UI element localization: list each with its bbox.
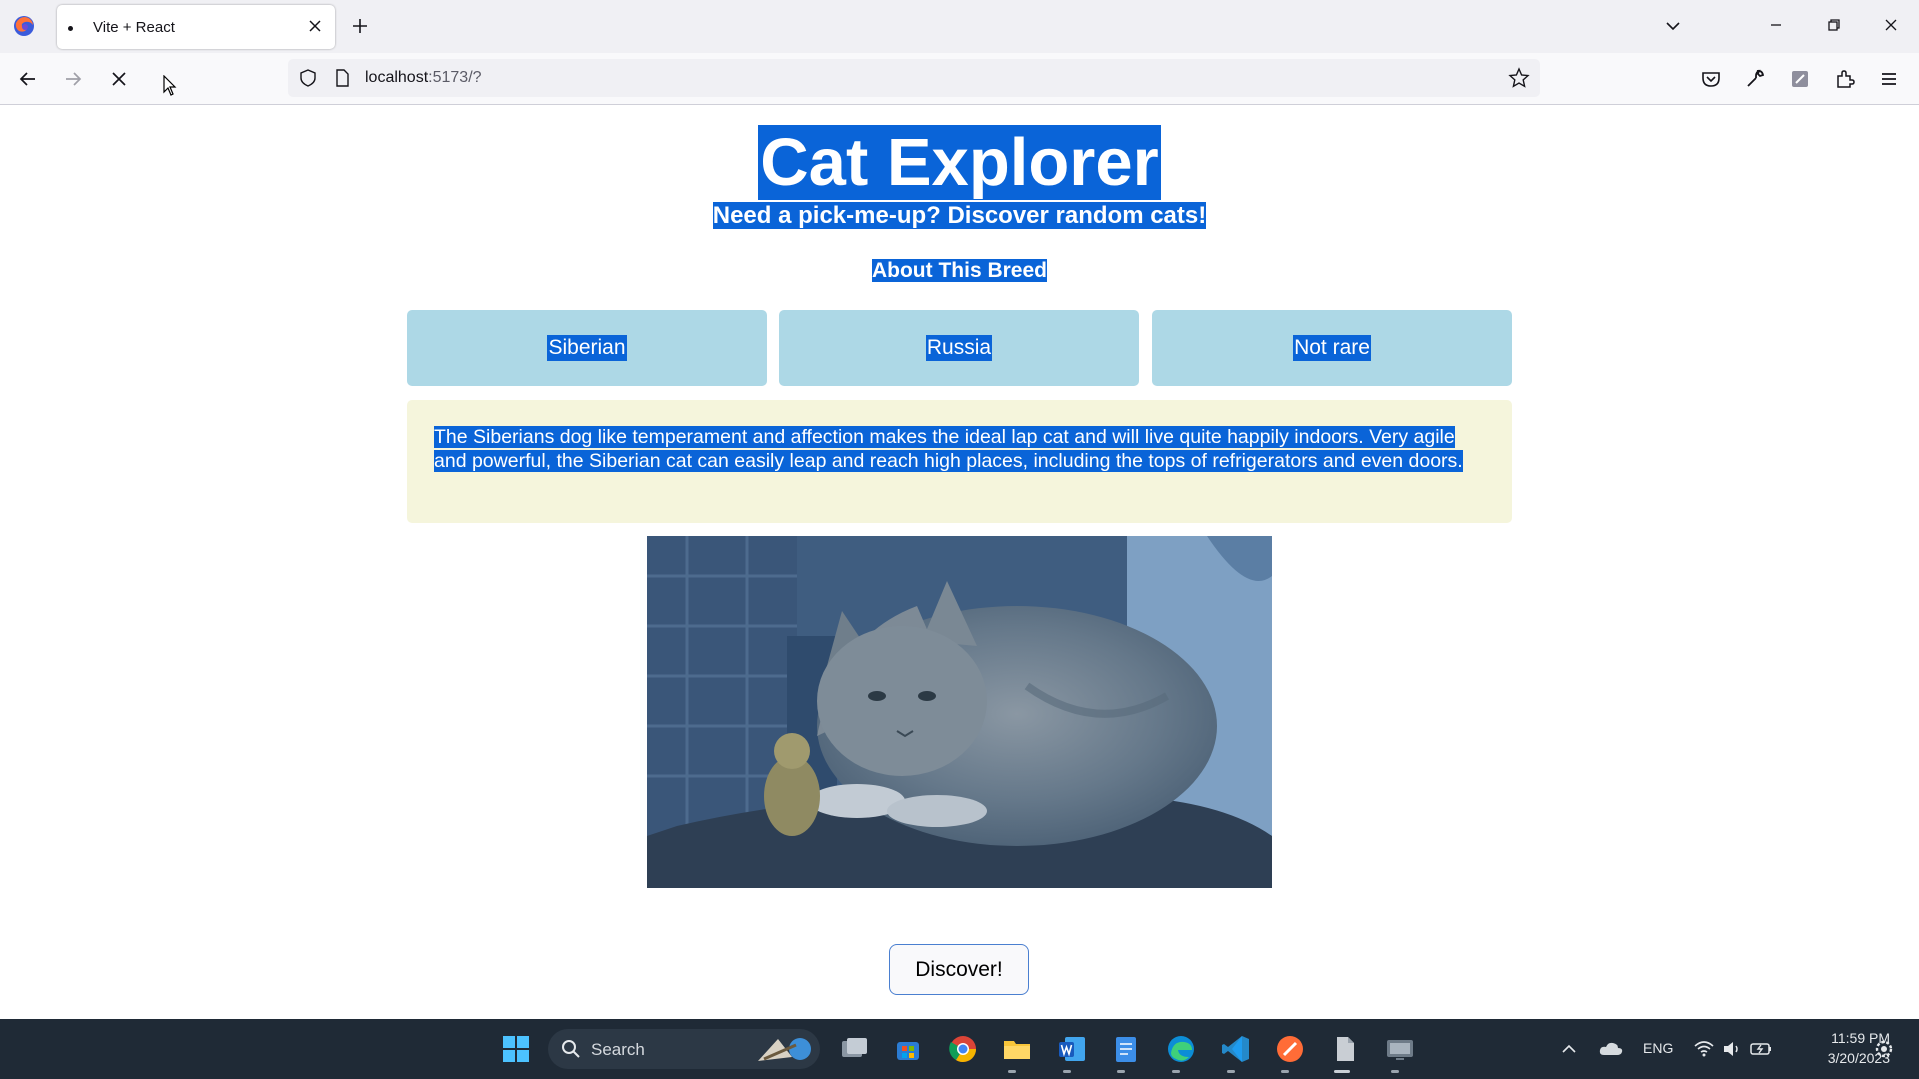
close-window-icon[interactable] [1880,14,1902,36]
windows-taskbar: Search ENG 11:59 PM 3/20/2023 [0,1019,1919,1079]
search-highlight-icon [758,1038,811,1061]
running-indicator [1281,1070,1289,1073]
task-view-icon[interactable] [838,1033,870,1065]
attribute-rarity-text: Not rare [1293,335,1371,361]
running-indicator [1391,1070,1399,1073]
tab-loading-dot [68,26,73,31]
battery-icon[interactable] [1749,1037,1773,1061]
breed-attributes: Siberian Russia Not rare [407,310,1512,386]
page-title: Cat Explorer [0,124,1919,202]
restore-icon[interactable] [1823,14,1845,36]
url-host: localhost [365,69,429,86]
navigation-toolbar: localhost:5173/? [0,53,1919,105]
tab-title: Vite + React [93,19,175,36]
remote-desktop-icon[interactable] [1384,1033,1416,1065]
browser-tab-strip: Vite + React [0,0,1919,53]
discover-button[interactable]: Discover! [889,944,1029,995]
stop-icon[interactable] [107,67,131,91]
edge-icon[interactable] [1165,1033,1197,1065]
running-indicator-active [1334,1070,1350,1073]
windows-start-icon[interactable] [500,1033,532,1065]
chrome-icon[interactable] [947,1033,979,1065]
attribute-origin[interactable]: Russia [779,310,1139,386]
chevron-up-icon[interactable] [1557,1037,1581,1061]
running-indicator [1172,1070,1180,1073]
mouse-cursor-icon [163,75,177,96]
running-indicator [1227,1070,1235,1073]
breed-description: The Siberians dog like temperament and a… [407,400,1512,523]
wifi-icon[interactable] [1692,1037,1716,1061]
url-path: :5173/? [428,69,482,86]
addon-icon[interactable] [1788,67,1812,91]
firefox-logo-icon[interactable] [12,14,36,38]
page-subtitle-text: Need a pick-me-up? Discover random cats! [712,202,1207,229]
attribute-origin-text: Russia [925,335,993,361]
browser-tab-active[interactable]: Vite + React [57,5,335,49]
store-icon[interactable] [892,1033,924,1065]
word-icon[interactable] [1056,1033,1088,1065]
vscode-icon[interactable] [1220,1033,1252,1065]
search-icon [562,1040,580,1058]
running-indicator [1008,1070,1016,1073]
breed-description-text: The Siberians dog like temperament and a… [434,426,1463,472]
file-explorer-icon[interactable] [1001,1033,1033,1065]
close-icon[interactable] [305,16,325,36]
onedrive-cloud-icon[interactable] [1598,1037,1624,1061]
plus-icon[interactable] [348,14,372,38]
wrench-icon[interactable] [1743,67,1767,91]
pocket-icon[interactable] [1699,67,1723,91]
volume-icon[interactable] [1720,1037,1744,1061]
back-arrow-icon[interactable] [16,67,40,91]
running-indicator [1117,1070,1125,1073]
forward-arrow-icon[interactable] [61,67,85,91]
url-text[interactable]: localhost:5173/? [365,69,482,87]
shield-icon[interactable] [298,68,318,88]
running-indicator [1063,1070,1071,1073]
section-heading: About This Breed [0,257,1919,285]
extension-icon[interactable] [1833,67,1857,91]
taskbar-search[interactable]: Search [548,1029,820,1069]
taskbar-search-placeholder: Search [591,1040,645,1059]
language-indicator[interactable]: ENG [1643,1040,1673,1056]
page-subtitle: Need a pick-me-up? Discover random cats! [0,201,1919,231]
chevron-down-icon[interactable] [1662,15,1684,37]
address-bar[interactable]: localhost:5173/? [288,59,1540,97]
attribute-rarity[interactable]: Not rare [1152,310,1512,386]
page-title-text: Cat Explorer [758,125,1161,200]
notification-gear-icon[interactable] [1872,1037,1896,1061]
attribute-breed[interactable]: Siberian [407,310,767,386]
page-icon[interactable] [332,68,352,88]
cat-photo [647,536,1272,888]
document-icon[interactable] [1329,1033,1361,1065]
attribute-breed-text: Siberian [547,335,627,361]
star-icon[interactable] [1508,67,1530,89]
section-heading-text: About This Breed [871,259,1047,282]
postman-icon[interactable] [1274,1033,1306,1065]
notepad-icon[interactable] [1110,1033,1142,1065]
minimize-icon[interactable] [1765,14,1787,36]
menu-icon[interactable] [1877,67,1901,91]
